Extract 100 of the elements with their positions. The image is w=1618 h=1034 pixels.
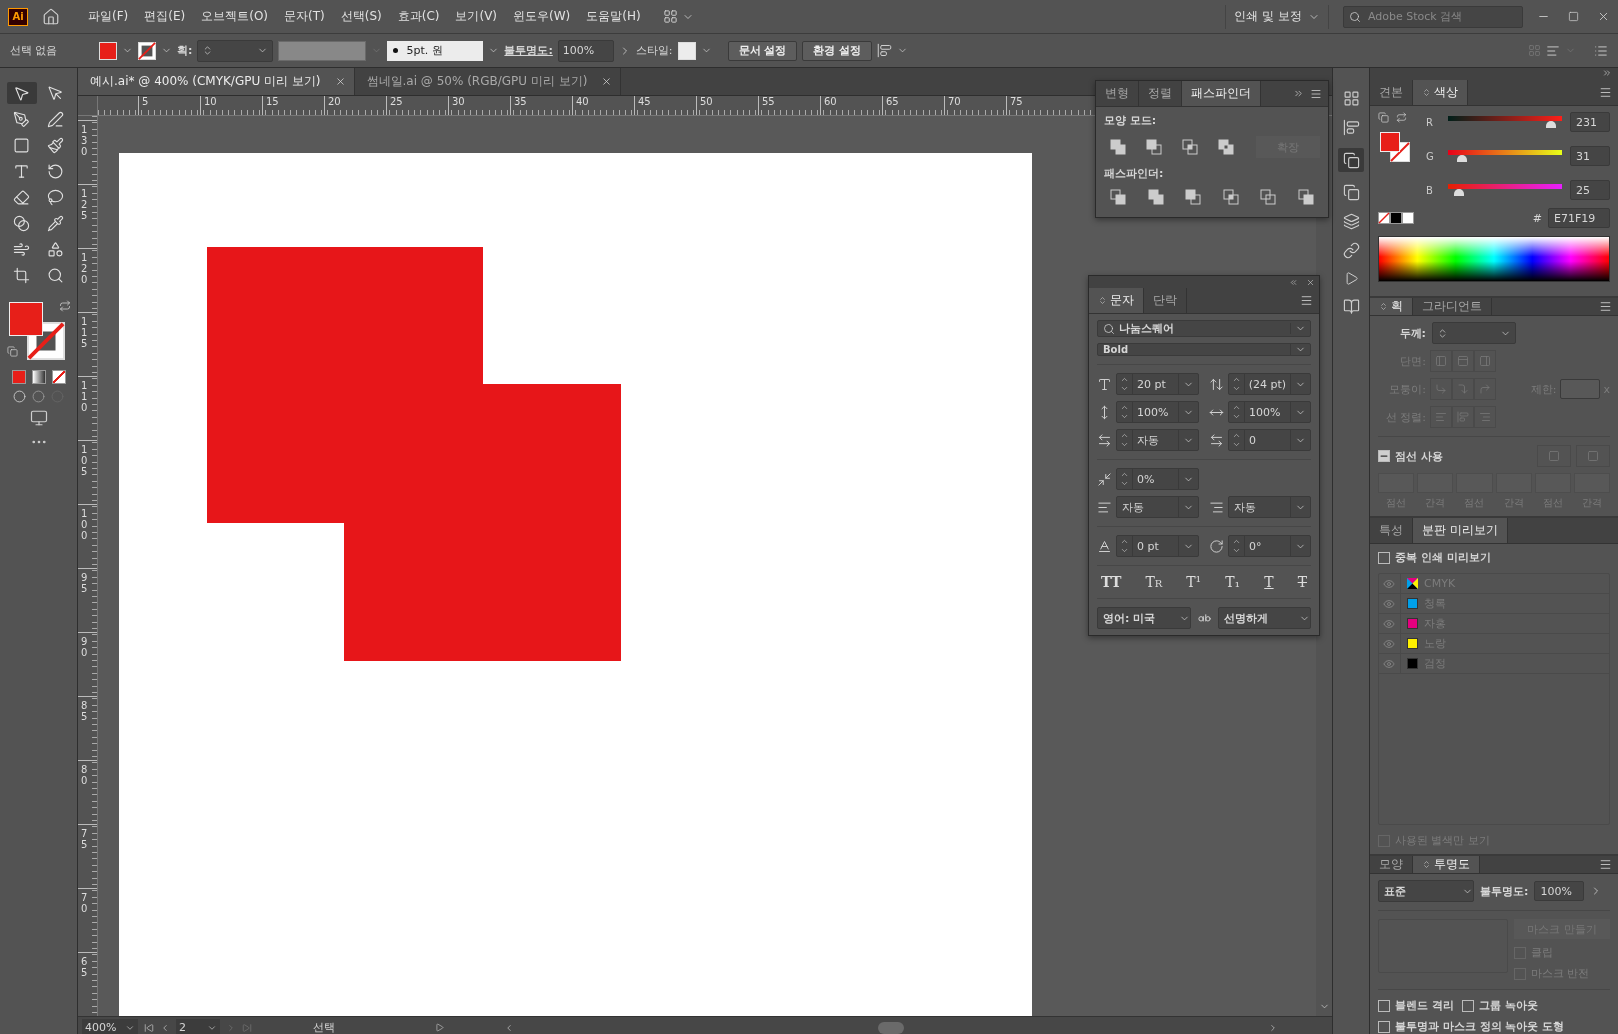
layout-icon[interactable] [662,9,678,24]
menu-item[interactable]: 도움말(H) [580,5,647,28]
type-icon[interactable] [13,162,30,180]
channel-value-field[interactable]: 31 [1570,146,1610,166]
language-dropdown[interactable]: 영어: 미국 [1097,607,1191,629]
value-field[interactable]: (24 pt) [1227,373,1311,395]
antialiasing-dropdown[interactable]: 선명하게 [1217,607,1311,629]
preset-swatch[interactable] [1390,212,1402,224]
checkbox[interactable] [1378,999,1390,1012]
layers-icon[interactable] [1342,213,1360,230]
value-field[interactable]: 0 [1228,429,1311,451]
opacity-label[interactable]: 불투명도: [504,43,553,58]
value-field[interactable]: 자동 [1228,496,1311,518]
eraser-icon[interactable] [13,188,30,206]
close-icon[interactable] [334,76,346,87]
menu-item[interactable]: 오브젝트(O) [195,5,275,28]
previous-icon[interactable] [160,1022,170,1033]
overlapping-squares-icon[interactable] [1297,189,1314,205]
align-left-icon[interactable] [1546,43,1560,58]
type-style-button[interactable]: T [1260,574,1278,590]
eyedropper-icon[interactable] [47,214,64,232]
scroll-thumb[interactable] [878,1021,904,1034]
links-icon[interactable] [1342,242,1360,259]
slider-thumb[interactable] [1545,121,1556,128]
font-style-dropdown[interactable]: Bold [1097,343,1311,356]
value-field[interactable]: 자동 [1116,496,1199,518]
play-icon[interactable] [434,1023,444,1032]
app-logo[interactable]: Ai [8,7,28,26]
gradient-mode-icon[interactable] [31,370,46,384]
checkbox[interactable] [1378,450,1390,462]
style-swatch[interactable] [677,41,696,60]
fill-swatch[interactable] [99,41,117,60]
menu-icon[interactable] [1599,86,1612,99]
shapes-icon[interactable] [47,240,64,258]
close-icon[interactable] [1306,277,1315,287]
maximize-icon[interactable] [1568,11,1579,22]
overlapping-squares-icon[interactable] [1185,189,1202,205]
overlapping-squares-icon[interactable] [1222,189,1239,205]
checkbox[interactable] [1378,1020,1390,1033]
menu-item[interactable]: 파일(F) [82,5,135,28]
value-field[interactable]: 100% [1228,401,1311,423]
brush-dropdown[interactable]: 5pt. 원 [387,40,484,61]
hex-field[interactable]: E71F19 [1548,208,1610,228]
menu-item[interactable]: 문자(T) [278,5,331,28]
weight-field[interactable] [1432,322,1516,344]
lasso-icon[interactable] [47,188,64,206]
home-icon[interactable] [42,7,60,26]
artboard-icon[interactable] [13,266,30,284]
settings-button[interactable]: 문서 설정 [727,40,798,61]
panel-tab[interactable]: 패스파인더 [1182,81,1261,106]
value-field[interactable]: 0% [1116,468,1199,490]
menu-item[interactable]: 선택(S) [334,5,388,28]
panel-tab[interactable]: 분판 미리보기 [1413,518,1508,543]
menu-item[interactable]: 보기(V) [449,5,504,28]
align-icon[interactable] [1342,119,1360,136]
checkbox[interactable] [1378,551,1390,564]
search-field[interactable]: Adobe Stock 검색 [1343,5,1523,28]
type-style-button[interactable]: T [1293,574,1311,590]
arrow-pointer-icon[interactable] [13,84,30,102]
limit-field[interactable] [1560,379,1601,399]
overlapping-squares-icon[interactable] [1147,189,1164,205]
none-mode-icon[interactable] [51,370,66,384]
slider-thumb[interactable] [1456,155,1467,162]
panel-tab[interactable]: 문자 [1089,288,1144,313]
artboard-field[interactable]: 2 [176,1018,220,1034]
scroll-right-icon[interactable] [1268,1022,1278,1033]
value-field[interactable]: 자동 [1116,429,1199,451]
overlapping-squares-icon[interactable] [1182,139,1198,155]
value-field[interactable]: 100% [1116,401,1199,423]
variable-width-dropdown[interactable] [278,40,367,61]
overlapping-squares-icon[interactable] [1110,139,1126,155]
swap-icon[interactable] [58,300,71,312]
type-style-button[interactable]: T¹ [1182,574,1206,590]
overlapping-squares-drawing[interactable] [207,247,621,661]
value-field[interactable]: 0° [1228,535,1311,557]
first-icon[interactable] [144,1022,154,1033]
panel-tab[interactable]: 색상 [1413,80,1468,105]
settings-button[interactable]: 환경 설정 [802,40,873,61]
panel-tab[interactable]: 투명도 [1413,856,1480,873]
opacity-field[interactable]: 100% [1534,881,1585,901]
type-style-button[interactable]: TT [1097,574,1126,590]
checkbox[interactable] [1461,999,1474,1012]
zoom-field[interactable]: 400% [82,1018,138,1034]
menu-item[interactable]: 편집(E) [138,5,192,28]
type-style-button[interactable]: T₁ [1221,574,1245,590]
menu-icon[interactable] [1599,300,1612,313]
color-mode-icon[interactable] [11,370,26,384]
more-tabs-icon[interactable] [1293,88,1304,99]
list-icon[interactable] [1594,43,1608,58]
opacity-field[interactable]: 100% [557,39,614,62]
value-field[interactable]: 20 pt [1116,373,1199,395]
play-icon[interactable] [1343,271,1359,286]
value-field[interactable]: 0 pt [1116,535,1199,557]
channel-value-field[interactable]: 231 [1570,112,1610,132]
preset-swatch[interactable] [1402,212,1414,224]
font-family-dropdown[interactable]: 나눔스퀘어 [1097,320,1311,337]
menu-item[interactable]: 윈도우(W) [507,5,577,28]
slider-thumb[interactable] [1454,189,1465,196]
swap-icon[interactable] [1396,112,1407,123]
collapse-icon[interactable] [1602,68,1612,78]
